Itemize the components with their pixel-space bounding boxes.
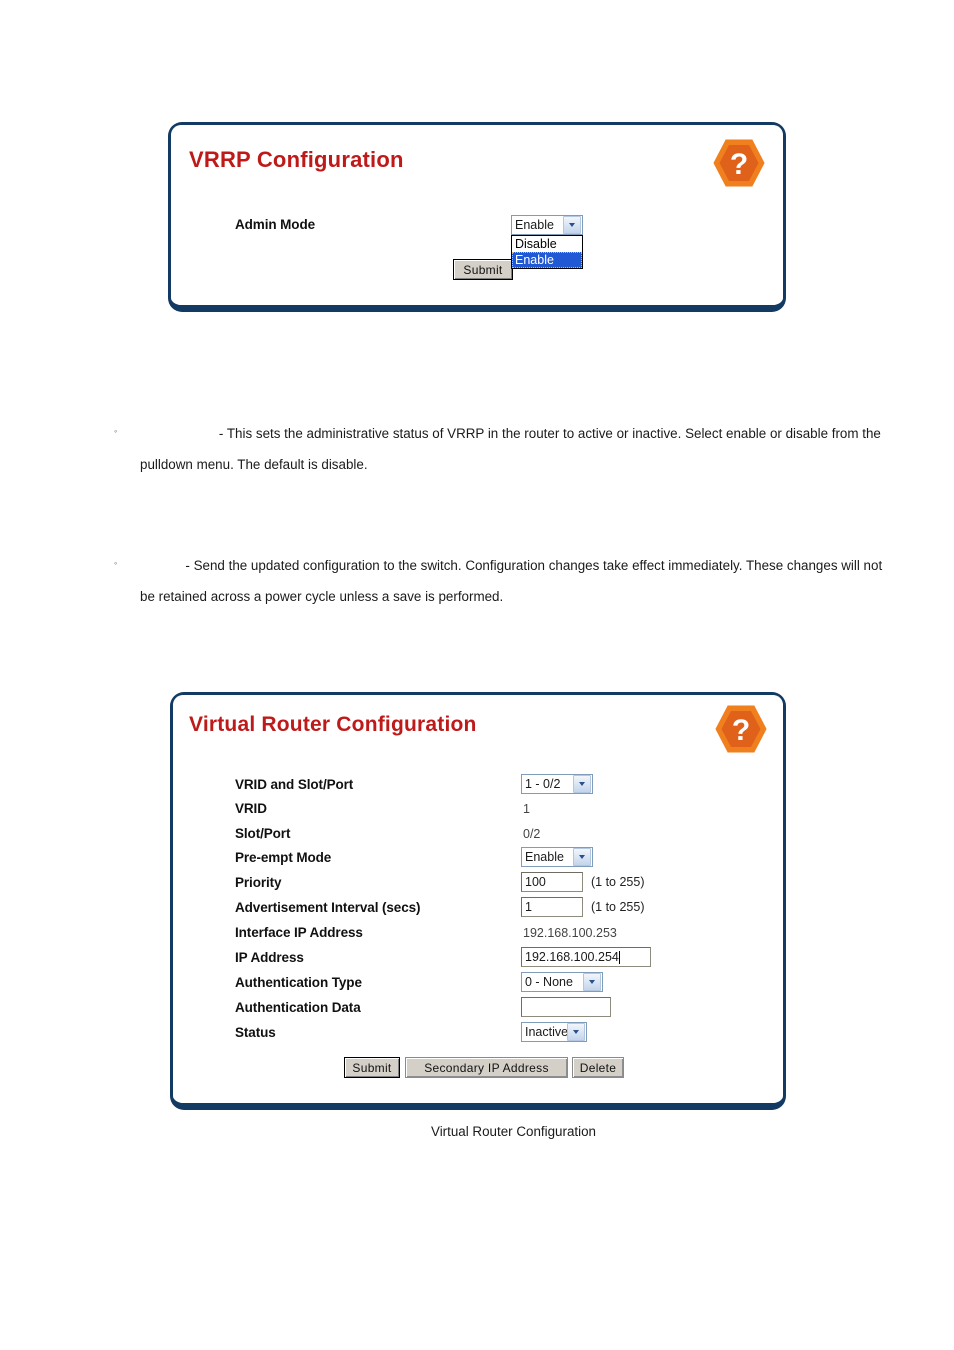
authentication-type-select[interactable]: 0 - None: [521, 972, 603, 992]
submit-term: Submit: [140, 558, 182, 573]
advertisement-interval-label: Advertisement Interval (secs): [235, 900, 421, 915]
pre-empt-mode-select[interactable]: Enable: [521, 847, 593, 867]
vrid-and-slot-port-label: VRID and Slot/Port: [235, 777, 354, 792]
admin-mode-term: Admin Mode: [140, 426, 216, 441]
priority-input[interactable]: 100: [521, 872, 583, 892]
ip-address-input[interactable]: 192.168.100.254: [521, 947, 651, 967]
submit-description-line1: - Send the updated configuration to the …: [185, 558, 784, 573]
chevron-down-icon: [563, 216, 581, 234]
vrid-label: VRID: [235, 801, 267, 816]
status-select[interactable]: Inactive: [521, 1022, 587, 1042]
authentication-data-input[interactable]: [521, 997, 611, 1017]
chevron-down-icon: [583, 973, 601, 991]
priority-range-hint: (1 to 255): [591, 875, 645, 889]
chevron-down-icon: [573, 775, 591, 793]
submit-button[interactable]: Submit: [453, 259, 513, 280]
chevron-down-icon: [573, 848, 591, 866]
panel2-title: Virtual Router Configuration: [189, 713, 477, 736]
secondary-ip-address-button-label: Secondary IP Address: [424, 1060, 549, 1075]
bullet-marker-1: ◦: [114, 426, 118, 436]
priority-label: Priority: [235, 875, 282, 890]
option-enable[interactable]: Enable: [512, 252, 582, 268]
slot-port-value: 0/2: [523, 827, 541, 841]
interface-ip-address-value: 192.168.100.253: [523, 926, 617, 940]
svg-text:?: ?: [732, 714, 750, 747]
svg-text:?: ?: [730, 148, 748, 181]
panel1-title: VRRP Configuration: [189, 147, 404, 172]
submit-button[interactable]: Submit: [344, 1057, 400, 1078]
vrrp-configuration-panel: VRRP Configuration ? Admin Mode Enable D…: [168, 122, 786, 312]
question-hexagon-icon[interactable]: ?: [713, 137, 765, 189]
chevron-down-icon: [567, 1023, 585, 1041]
pre-empt-mode-label: Pre-empt Mode: [235, 850, 332, 865]
pre-empt-mode-value: Enable: [525, 850, 564, 864]
advertisement-interval-range-hint: (1 to 255): [591, 900, 645, 914]
advertisement-interval-input[interactable]: 1: [521, 897, 583, 917]
ip-address-label: IP Address: [235, 950, 304, 965]
authentication-type-label: Authentication Type: [235, 975, 362, 990]
virtual-router-configuration-panel: Virtual Router Configuration ? VRID and …: [170, 692, 786, 1110]
option-disable[interactable]: Disable: [512, 236, 582, 252]
ip-address-input-value: 192.168.100.254: [525, 950, 619, 964]
priority-input-value: 100: [525, 875, 546, 889]
admin-mode-description-line1: - This sets the administrative status of…: [218, 426, 767, 441]
vrid-and-slot-port-value: 1 - 0/2: [525, 777, 561, 791]
advertisement-interval-input-value: 1: [525, 900, 532, 914]
status-value: Inactive: [525, 1025, 567, 1039]
admin-mode-select[interactable]: Enable: [511, 215, 583, 235]
slot-port-label: Slot/Port: [235, 826, 291, 841]
authentication-type-value: 0 - None: [525, 975, 573, 989]
admin-mode-options-list[interactable]: Disable Enable: [511, 235, 583, 269]
authentication-data-label: Authentication Data: [235, 1000, 361, 1015]
panel1-inner: VRRP Configuration ? Admin Mode Enable D…: [171, 125, 783, 305]
admin-mode-select-value: Enable: [515, 218, 554, 232]
admin-mode-label: Admin Mode: [235, 217, 315, 232]
vrid-and-slot-port-select[interactable]: 1 - 0/2: [521, 774, 593, 794]
delete-button[interactable]: Delete: [572, 1057, 624, 1078]
submit-button-label: Submit: [463, 262, 503, 277]
admin-mode-description: Admin Mode - This sets the administrativ…: [140, 418, 900, 480]
secondary-ip-address-button[interactable]: Secondary IP Address: [405, 1057, 568, 1078]
figure-caption: Virtual Router Configuration: [431, 1124, 596, 1139]
submit-description: Submit - Send the updated configuration …: [140, 550, 900, 612]
vrid-value: 1: [523, 802, 530, 816]
status-label: Status: [235, 1025, 276, 1040]
submit-button-label: Submit: [352, 1060, 392, 1075]
interface-ip-address-label: Interface IP Address: [235, 925, 363, 940]
delete-button-label: Delete: [579, 1060, 617, 1075]
bullet-marker-2: ◦: [114, 558, 118, 568]
question-hexagon-icon[interactable]: ?: [715, 703, 767, 755]
panel2-inner: Virtual Router Configuration ? VRID and …: [173, 695, 783, 1103]
